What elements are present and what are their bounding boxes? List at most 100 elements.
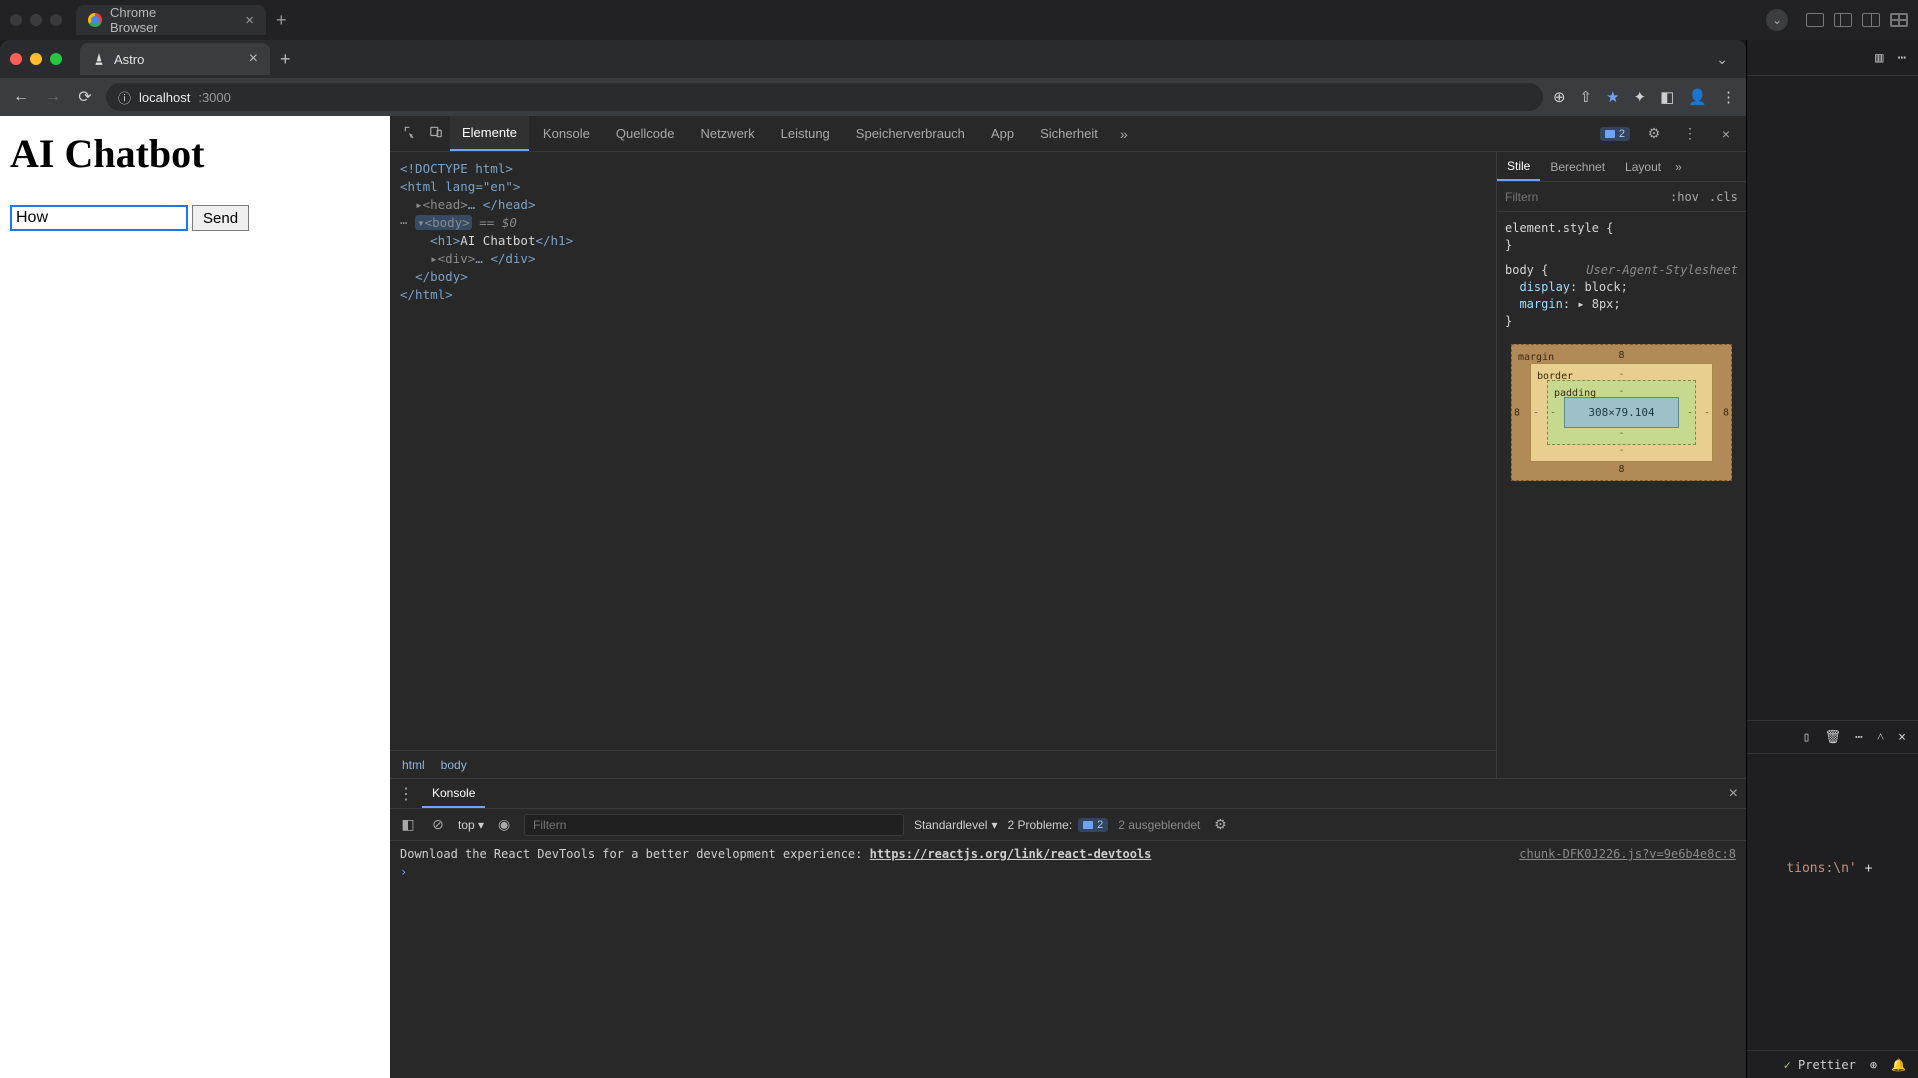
editor-more-icon[interactable]: ⋯ <box>1898 50 1906 66</box>
styles-tab-computed[interactable]: Berechnet <box>1540 152 1615 181</box>
console-filter-input[interactable] <box>525 815 903 835</box>
devtools-settings-icon[interactable]: ⚙ <box>1642 125 1666 142</box>
layout-three-icon[interactable] <box>1862 13 1880 27</box>
console-sidebar-icon[interactable]: ◧ <box>398 816 418 833</box>
styles-tab-styles[interactable]: Stile <box>1497 152 1540 181</box>
zoom-icon[interactable]: ⊕ <box>1553 88 1566 106</box>
traffic-close-icon[interactable] <box>10 53 22 65</box>
profile-icon[interactable]: 👤 <box>1688 88 1707 106</box>
split-terminal-icon[interactable]: ▯ <box>1803 730 1811 745</box>
address-bar[interactable]: ⓘ localhost:3000 <box>106 83 1543 111</box>
styles-tab-overflow-icon[interactable]: » <box>1675 160 1682 174</box>
drawer-tab-console[interactable]: Konsole <box>422 779 485 808</box>
terminal-close-icon[interactable]: × <box>1898 730 1906 745</box>
devtools-kebab-icon[interactable]: ⋮ <box>1678 125 1702 142</box>
kebab-menu-icon[interactable]: ⋮ <box>1721 88 1736 106</box>
devtools-tab-performance[interactable]: Leistung <box>769 116 842 151</box>
styles-filter-input[interactable] <box>1505 190 1660 204</box>
browser-traffic-lights[interactable] <box>10 53 62 65</box>
console-clear-icon[interactable]: ⊘ <box>428 816 448 833</box>
dom-h1[interactable]: <h1> <box>430 233 460 248</box>
extensions-icon[interactable]: ✦ <box>1634 88 1647 106</box>
device-toggle-icon[interactable] <box>424 125 448 142</box>
devtools-tab-network[interactable]: Netzwerk <box>688 116 766 151</box>
bell-icon[interactable]: 🔔 <box>1891 1058 1906 1072</box>
dom-breadcrumbs[interactable]: html body <box>390 750 1496 778</box>
browser-window: Astro × + ⌄ ← → ⟳ ⓘ localhost:3000 ⊕ ⇧ ★… <box>0 40 1746 1078</box>
console-hidden-count[interactable]: 2 ausgeblendet <box>1118 818 1200 832</box>
browser-tab-title: Astro <box>114 52 144 67</box>
devtools-tab-security[interactable]: Sicherheit <box>1028 116 1110 151</box>
host-tab-chrome[interactable]: Chrome Browser × <box>76 5 266 35</box>
browser-tab-astro[interactable]: Astro × <box>80 43 270 75</box>
host-tabbar: Chrome Browser × + ⌄ <box>0 0 1918 40</box>
nav-back-button[interactable]: ← <box>10 88 32 106</box>
cls-toggle[interactable]: .cls <box>1709 190 1738 204</box>
devtools-tab-memory[interactable]: Speicherverbrauch <box>844 116 977 151</box>
send-button[interactable]: Send <box>192 205 249 231</box>
bookmark-star-icon[interactable]: ★ <box>1606 88 1619 106</box>
host-traffic-lights <box>10 14 62 26</box>
console-live-icon[interactable]: ◉ <box>494 816 514 833</box>
crumb-body[interactable]: body <box>441 758 467 772</box>
devtools-tab-application[interactable]: App <box>979 116 1026 151</box>
log-source-link[interactable]: chunk-DFK0J226.js?v=9e6b4e8c:8 <box>1519 847 1736 861</box>
rule-body-selector: body { <box>1505 263 1548 277</box>
dom-doctype: <!DOCTYPE html> <box>400 161 513 176</box>
layout-grid-icon[interactable] <box>1890 13 1908 27</box>
layout-split-icon[interactable] <box>1834 13 1852 27</box>
dom-head[interactable]: ▸<head> <box>415 197 468 212</box>
nav-forward-button[interactable]: → <box>42 88 64 106</box>
browser-newtab-button[interactable]: + <box>280 49 291 70</box>
host-tabs-dropdown-icon[interactable]: ⌄ <box>1766 9 1788 31</box>
host-tab-close-icon[interactable]: × <box>245 12 254 29</box>
crumb-html[interactable]: html <box>402 758 425 772</box>
host-layout-switcher[interactable] <box>1806 13 1908 27</box>
devtools-tab-sources[interactable]: Quellcode <box>604 116 687 151</box>
dom-div[interactable]: ▸<div> <box>430 251 475 266</box>
traffic-minimize-icon[interactable] <box>30 53 42 65</box>
chat-input[interactable] <box>10 205 188 231</box>
console-log[interactable]: chunk-DFK0J226.js?v=9e6b4e8c:8 Download … <box>390 841 1746 1078</box>
devtools-close-icon[interactable]: × <box>1714 126 1738 142</box>
dom-body-selected[interactable]: ▾<body> <box>415 215 472 230</box>
console-issues[interactable]: 2 Probleme: 2 <box>1007 818 1108 832</box>
browser-toolbar: ← → ⟳ ⓘ localhost:3000 ⊕ ⇧ ★ ✦ ◧ 👤 ⋮ <box>0 78 1746 116</box>
editor-top-icons: ▥ ⋯ <box>1747 40 1918 76</box>
editor-layout-icon[interactable]: ▥ <box>1875 50 1883 66</box>
terminal-more-icon[interactable]: ⋯ <box>1855 730 1863 745</box>
console-prompt[interactable]: › <box>400 865 1736 879</box>
rule-element-style: element.style { <box>1505 221 1613 235</box>
drawer-close-icon[interactable]: × <box>1729 785 1738 803</box>
console-level-select[interactable]: Standardlevel ▾ <box>914 818 997 832</box>
terminal-up-icon[interactable]: ˄ <box>1877 729 1884 745</box>
devtools-tab-console[interactable]: Konsole <box>531 116 602 151</box>
devtools-tab-elements[interactable]: Elemente <box>450 116 529 151</box>
share-icon[interactable]: ⇧ <box>1580 88 1593 106</box>
browser-tab-close-icon[interactable]: × <box>249 50 258 68</box>
layout-single-icon[interactable] <box>1806 13 1824 27</box>
inspect-icon[interactable] <box>398 125 422 142</box>
browser-tabstrip: Astro × + ⌄ <box>0 40 1746 78</box>
styles-tab-layout[interactable]: Layout <box>1615 152 1671 181</box>
hov-toggle[interactable]: :hov <box>1670 190 1699 204</box>
dom-tree[interactable]: <!DOCTYPE html> <html lang="en"> ▸<head>… <box>390 152 1496 750</box>
trash-icon[interactable]: 🗑 <box>1824 730 1841 745</box>
host-tab-title: Chrome Browser <box>110 5 207 35</box>
site-info-icon[interactable]: ⓘ <box>118 88 131 107</box>
browser-tabs-dropdown-icon[interactable]: ⌄ <box>1708 47 1736 72</box>
console-context-select[interactable]: top ▾ <box>458 818 484 832</box>
traffic-zoom-icon[interactable] <box>50 53 62 65</box>
devtools-tab-overflow-icon[interactable]: » <box>1112 126 1136 142</box>
prettier-status[interactable]: Prettier <box>1784 1058 1856 1072</box>
console-settings-icon[interactable]: ⚙ <box>1210 816 1230 833</box>
host-newtab-button[interactable]: + <box>276 10 287 31</box>
drawer-kebab-icon[interactable]: ⋮ <box>398 784 414 804</box>
nav-reload-button[interactable]: ⟳ <box>74 87 96 107</box>
issues-badge[interactable]: 2 <box>1600 127 1630 141</box>
devtools-main: <!DOCTYPE html> <html lang="en"> ▸<head>… <box>390 152 1746 778</box>
styles-rules[interactable]: element.style { } body { User-Agent-Styl… <box>1497 212 1746 778</box>
sidepanel-icon[interactable]: ◧ <box>1660 88 1674 106</box>
feedback-icon[interactable]: ⊕ <box>1870 1058 1877 1072</box>
log-link[interactable]: https://reactjs.org/link/react-devtools <box>870 847 1152 861</box>
